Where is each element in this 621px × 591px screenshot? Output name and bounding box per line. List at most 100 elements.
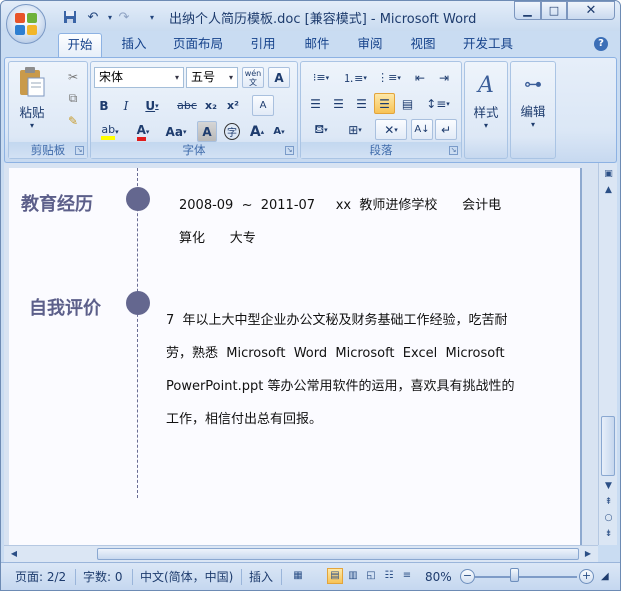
draft-view-icon[interactable]: ≡ [399, 568, 415, 584]
zoom-slider-thumb[interactable] [510, 568, 519, 582]
minimize-button[interactable]: ▁ [514, 1, 541, 20]
font-name-combo[interactable]: 宋体 ▾ [94, 67, 184, 88]
shrink-font-button[interactable]: A ▾ [269, 121, 289, 142]
word-window: ↶ ▾ ↷ ▾ 出纳个人简历模板.doc [兼容模式] - Microsoft … [0, 0, 621, 591]
redo-icon[interactable]: ↷ [115, 8, 133, 26]
decrease-indent-button[interactable]: ⇤ [409, 67, 431, 88]
zoom-in-icon[interactable]: + [579, 569, 594, 584]
help-icon[interactable]: ? [594, 37, 608, 51]
paste-button[interactable]: 粘贴 ▾ [13, 64, 51, 132]
underline-button[interactable]: U ▾ [139, 95, 165, 116]
cut-button[interactable]: ✂ [63, 66, 83, 87]
undo-icon[interactable]: ↶ [83, 8, 103, 26]
web-layout-view-icon[interactable]: ◱ [363, 568, 379, 584]
strikethrough-button[interactable]: abc [175, 95, 199, 116]
multilevel-list-button[interactable]: ⋮≡ ▾ [373, 67, 405, 88]
superscript-icon: x² [227, 99, 239, 112]
zoom-out-icon[interactable]: − [460, 569, 475, 584]
zoom-slider-track[interactable] [475, 576, 577, 578]
numbering-button[interactable]: ⒈≡ ▾ [339, 67, 371, 88]
bold-icon: B [99, 98, 109, 113]
clear-format-button[interactable]: A [252, 95, 274, 116]
tab-review[interactable]: 审阅 [348, 33, 392, 57]
ribbon-tabs: 开始 插入 页面布局 引用 邮件 审阅 视图 开发工具 ? [1, 31, 620, 57]
office-button[interactable] [6, 4, 46, 44]
styles-button[interactable]: A 样式 ▾ [468, 66, 504, 136]
vertical-scroll-thumb[interactable] [601, 416, 615, 476]
save-icon[interactable] [61, 8, 79, 26]
clipboard-launcher-icon[interactable]: ↘ [75, 146, 84, 155]
asian-layout-button[interactable]: ✕ ▾ [375, 119, 407, 140]
bold-button[interactable]: B [95, 95, 113, 116]
print-layout-view-icon[interactable]: ▤ [327, 568, 343, 584]
select-browse-object-icon[interactable]: ○ [601, 511, 616, 525]
char-border-button[interactable]: A [268, 67, 290, 88]
bullets-button[interactable]: ⁝≡ ▾ [305, 67, 337, 88]
timeline-line [137, 168, 138, 498]
vertical-scrollbar[interactable]: ▣ ▲ ▼ ⇞ ○ ⇟ [598, 163, 617, 545]
editing-button[interactable]: ⊶ 编辑 ▾ [514, 66, 552, 136]
horizontal-scrollbar[interactable]: ◀ ▶ [4, 545, 598, 562]
align-left-button[interactable]: ☰ [305, 93, 326, 114]
chevron-down-icon: ▾ [394, 125, 398, 134]
tab-references[interactable]: 引用 [241, 33, 285, 57]
zoom-level[interactable]: 80% [425, 567, 452, 587]
grow-font-button[interactable]: A ▴ [247, 121, 267, 142]
resize-grip-icon[interactable]: ◢ [601, 567, 609, 587]
align-right-button[interactable]: ☰ [351, 93, 372, 114]
scroll-up-icon[interactable]: ▲ [601, 183, 616, 197]
undo-dropdown-icon[interactable]: ▾ [105, 8, 115, 26]
paste-label: 粘贴 [19, 105, 45, 120]
font-size-combo[interactable]: 五号 ▾ [186, 67, 238, 88]
word-count[interactable]: 字数: 0 [83, 567, 123, 587]
macro-record-icon[interactable]: ▦ [290, 568, 306, 584]
outline-view-icon[interactable]: ☷ [381, 568, 397, 584]
scroll-left-icon[interactable]: ◀ [8, 548, 20, 560]
tab-page-layout[interactable]: 页面布局 [165, 33, 231, 57]
format-painter-button[interactable]: ✎ [63, 110, 83, 131]
page-count[interactable]: 页面: 2/2 [15, 567, 66, 587]
sort-button[interactable]: A↓ [411, 119, 433, 140]
font-color-button[interactable]: A ▾ [129, 121, 157, 142]
customize-icon[interactable]: ▾ [147, 8, 157, 26]
tab-mailings[interactable]: 邮件 [295, 33, 339, 57]
editing-label: 编辑 [520, 103, 546, 119]
chevron-down-icon: ▾ [29, 121, 34, 130]
paragraph-launcher-icon[interactable]: ↘ [449, 146, 458, 155]
line-spacing-button[interactable]: ↕≡ ▾ [422, 93, 454, 114]
close-button[interactable]: ✕ [567, 1, 615, 20]
insert-mode-status[interactable]: 插入 [249, 567, 273, 587]
superscript-button[interactable]: x² [223, 95, 243, 116]
previous-page-icon[interactable]: ⇞ [601, 495, 616, 509]
borders-button[interactable]: ⊞ ▾ [339, 119, 371, 140]
scroll-right-icon[interactable]: ▶ [582, 548, 594, 560]
distributed-button[interactable]: ▤ [397, 93, 418, 114]
copy-button[interactable]: ⧉ [63, 88, 83, 109]
tab-developer[interactable]: 开发工具 [455, 33, 521, 57]
language-status[interactable]: 中文(简体，中国) [140, 567, 233, 587]
next-page-icon[interactable]: ⇟ [601, 527, 616, 541]
increase-indent-button[interactable]: ⇥ [433, 67, 455, 88]
italic-button[interactable]: I [117, 95, 135, 116]
subscript-button[interactable]: x₂ [201, 95, 221, 116]
justify-button[interactable]: ☰ [374, 93, 395, 114]
strikethrough-icon: abc [177, 99, 197, 112]
ruler-toggle-icon[interactable]: ▣ [601, 167, 616, 181]
document-page[interactable]: 教育经历 2008-09 ~ 2011-07 xx 教师进修学校 会计电 算化 … [9, 168, 580, 545]
tab-insert[interactable]: 插入 [113, 33, 155, 57]
scroll-down-icon[interactable]: ▼ [601, 479, 616, 493]
full-screen-reading-view-icon[interactable]: ▥ [345, 568, 361, 584]
highlight-button[interactable]: ab ▾ [95, 121, 125, 142]
char-shading-button[interactable]: A [197, 121, 217, 142]
align-center-button[interactable]: ☰ [328, 93, 349, 114]
tab-view[interactable]: 视图 [401, 33, 445, 57]
enclose-char-button[interactable]: 字 [221, 121, 243, 142]
maximize-button[interactable]: □ [541, 1, 567, 20]
shading-button[interactable]: ⛾ ▾ [305, 119, 337, 140]
horizontal-scroll-thumb[interactable] [97, 548, 579, 560]
tab-home[interactable]: 开始 [58, 33, 102, 57]
change-case-button[interactable]: Aa ▾ [161, 121, 191, 142]
font-launcher-icon[interactable]: ↘ [285, 146, 294, 155]
phonetic-guide-button[interactable]: wén 文 [242, 67, 264, 88]
show-marks-button[interactable]: ↵ [435, 119, 457, 140]
